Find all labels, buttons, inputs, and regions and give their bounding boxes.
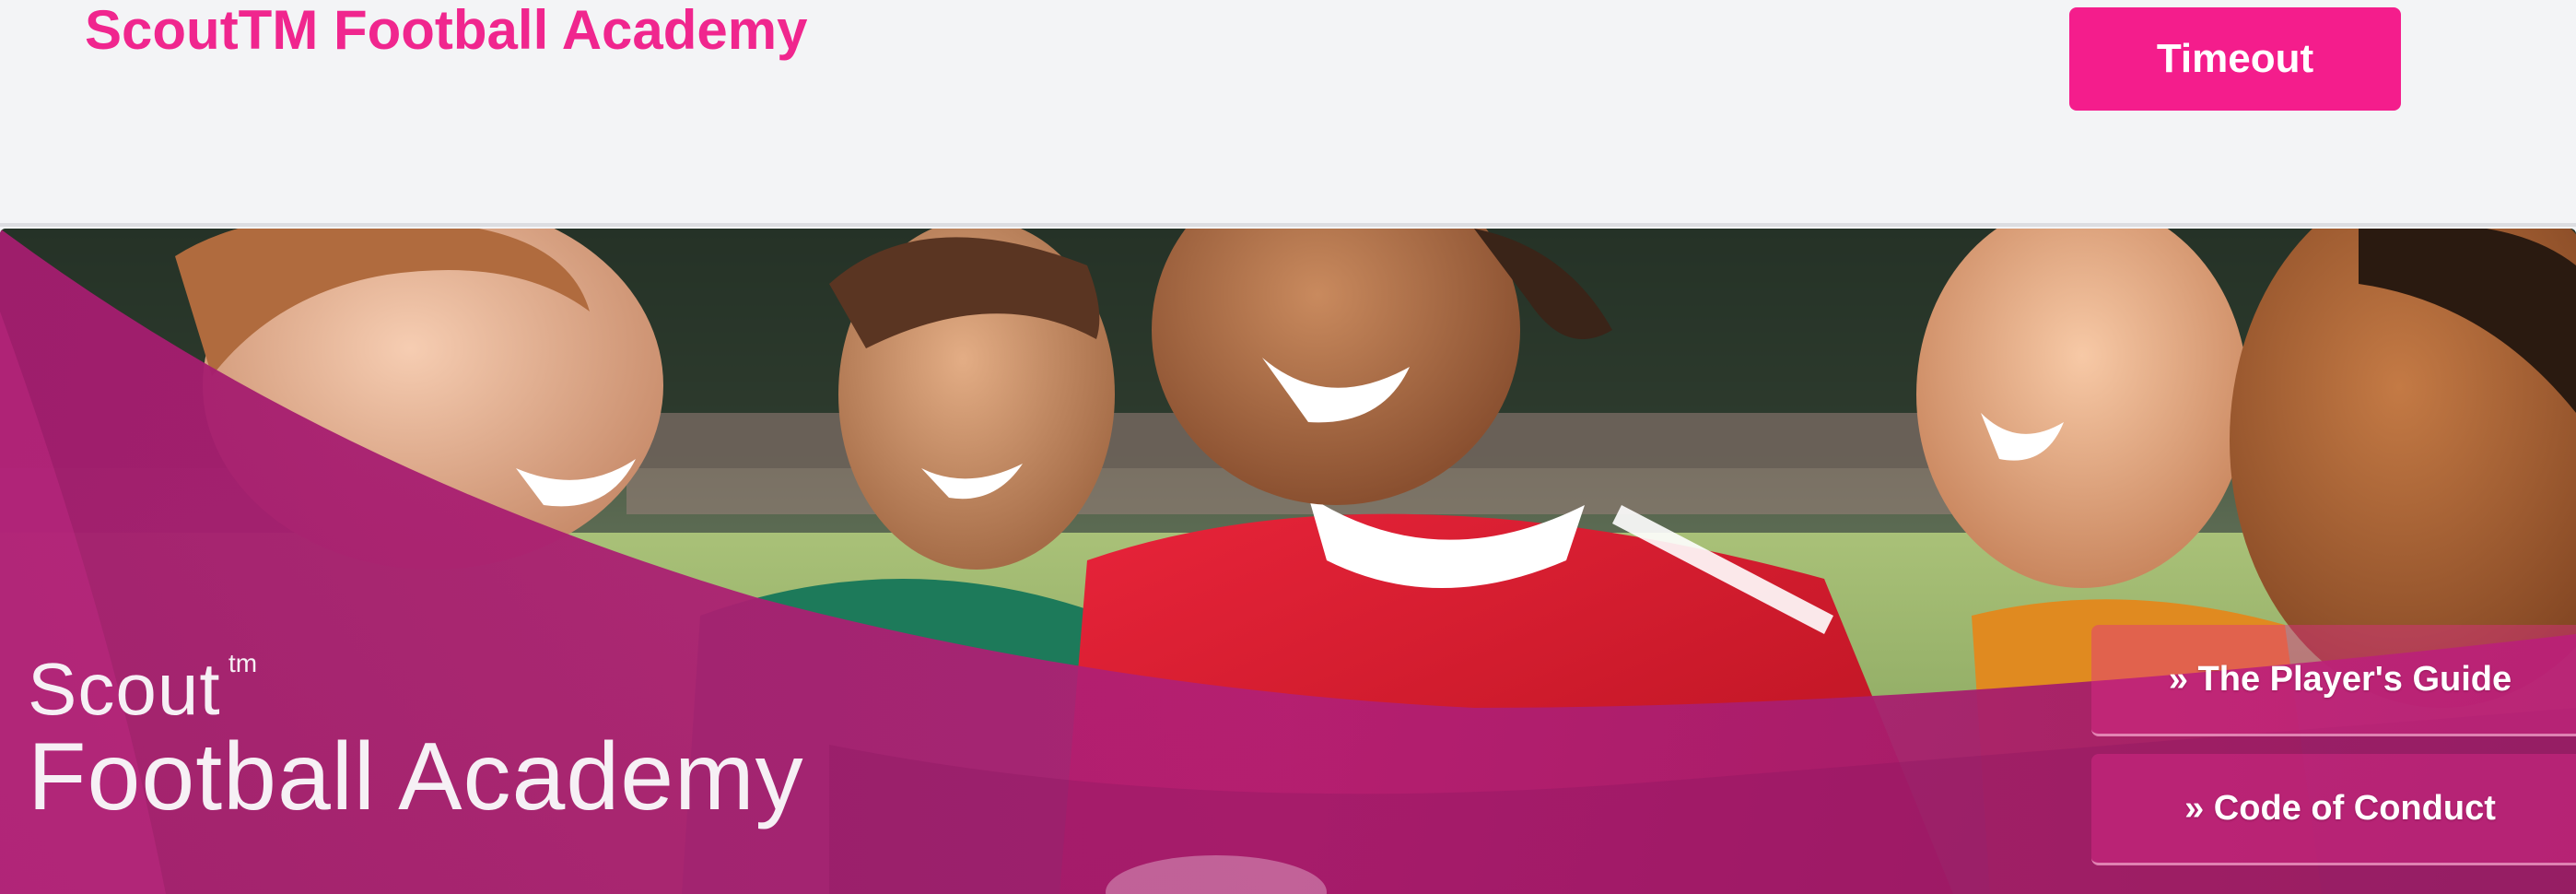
brand-academy: Football Academy: [28, 723, 804, 830]
brand-tm: tm: [228, 649, 258, 677]
hero-banner: Scout tm Football Academy » The Player's…: [0, 229, 2576, 894]
timeout-button[interactable]: Timeout: [2069, 7, 2401, 111]
players-guide-link[interactable]: » The Player's Guide: [2091, 625, 2576, 736]
header-divider: [0, 223, 2576, 227]
site-header: ScoutTM Football Academy Timeout: [0, 0, 2576, 227]
site-title: ScoutTM Football Academy: [85, 0, 808, 61]
brand-scout: Scout: [28, 648, 221, 730]
code-of-conduct-link[interactable]: » Code of Conduct: [2091, 754, 2576, 865]
